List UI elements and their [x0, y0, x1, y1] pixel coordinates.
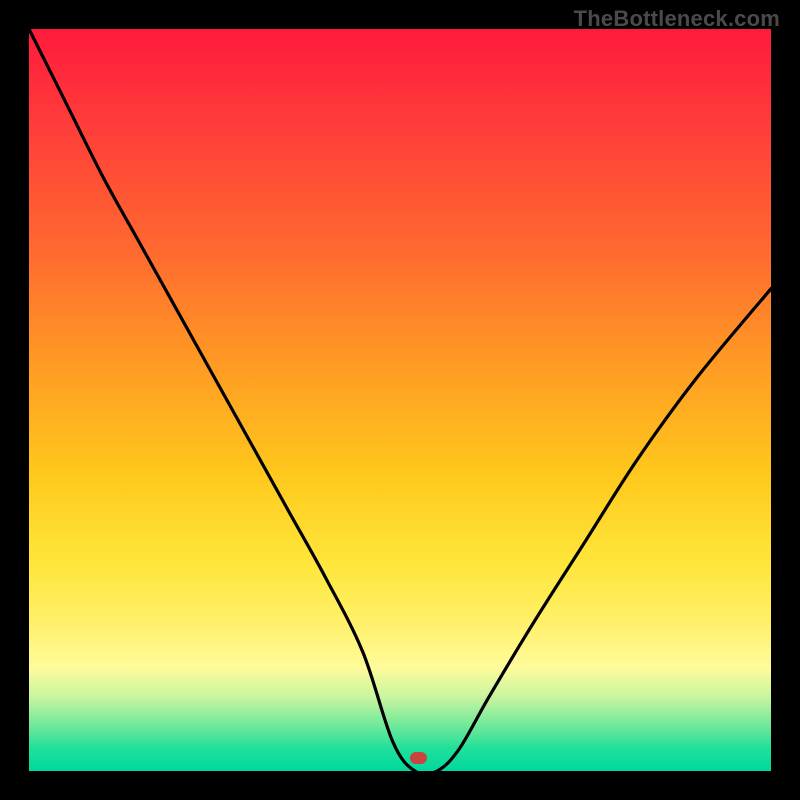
plot-area: [29, 29, 771, 771]
minimum-marker: [410, 752, 427, 764]
chart-frame: TheBottleneck.com: [0, 0, 800, 800]
bottleneck-curve: [29, 29, 771, 771]
